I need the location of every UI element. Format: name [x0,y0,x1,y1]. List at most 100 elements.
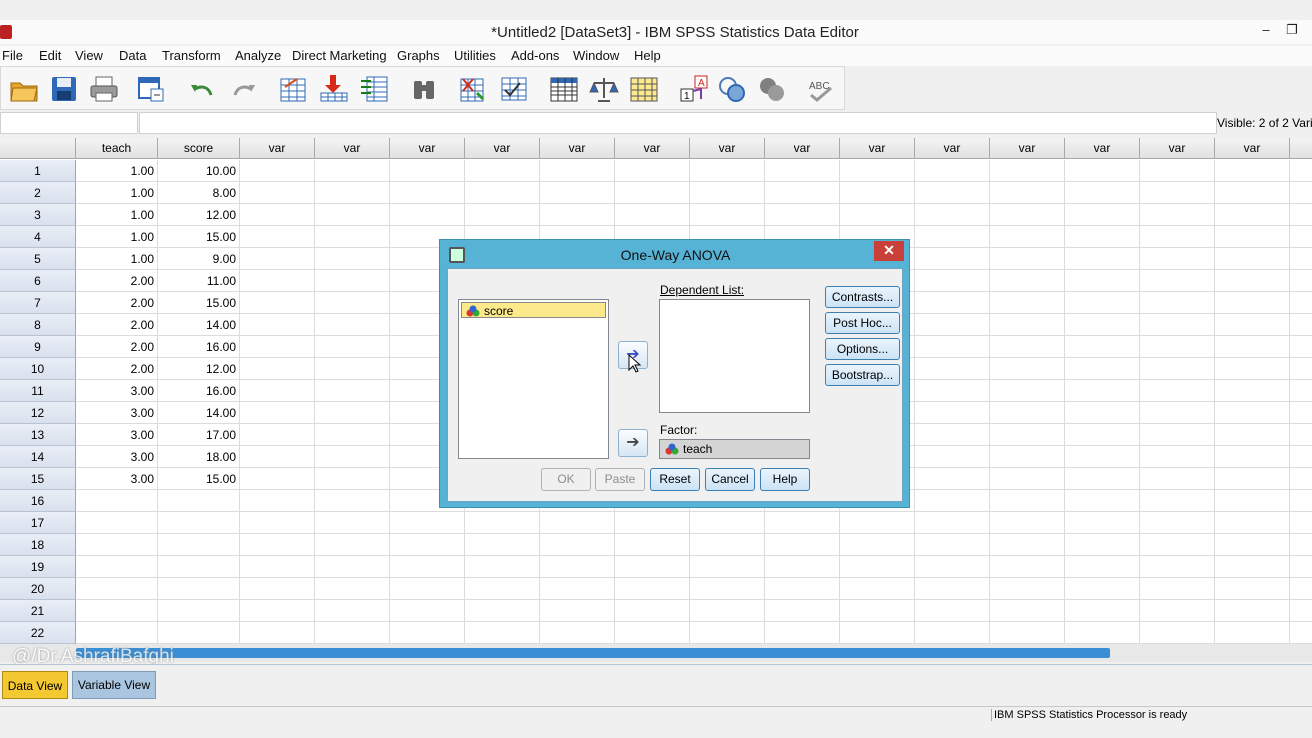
data-cell[interactable] [315,336,390,358]
data-cell[interactable] [1215,446,1290,468]
data-cell[interactable] [915,314,990,336]
cell-content-box[interactable] [139,112,1217,134]
column-header[interactable]: var [1140,138,1215,159]
data-cell[interactable] [240,160,315,182]
data-cell[interactable] [1065,226,1140,248]
data-cell[interactable]: 11.00 [158,270,240,292]
data-cell[interactable] [765,600,840,622]
data-cell[interactable] [1290,160,1312,182]
data-cell[interactable] [1140,226,1215,248]
column-header[interactable]: var [615,138,690,159]
data-cell[interactable] [465,556,540,578]
post-hoc-button[interactable]: Post Hoc... [825,312,900,334]
data-cell[interactable] [76,490,158,512]
data-cell[interactable] [540,578,615,600]
data-cell[interactable] [990,226,1065,248]
data-cell[interactable] [315,622,390,644]
data-cell[interactable] [1140,358,1215,380]
row-header[interactable]: 17 [0,512,76,534]
data-cell[interactable] [240,402,315,424]
data-cell[interactable] [840,182,915,204]
data-cell[interactable] [1065,270,1140,292]
data-cell[interactable] [1215,336,1290,358]
data-cell[interactable] [915,380,990,402]
data-cell[interactable]: 1.00 [76,182,158,204]
data-cell[interactable] [990,468,1065,490]
data-cell[interactable] [315,446,390,468]
data-cell[interactable] [1065,182,1140,204]
data-cell[interactable] [915,270,990,292]
data-cell[interactable] [990,534,1065,556]
data-cell[interactable] [1290,358,1312,380]
close-button[interactable]: ✕ [874,241,904,261]
horizontal-scrollbar[interactable] [0,644,1312,662]
data-cell[interactable] [1140,578,1215,600]
data-cell[interactable] [1290,622,1312,644]
data-cell[interactable] [915,226,990,248]
row-header[interactable]: 2 [0,182,76,204]
menu-graphs[interactable]: Graphs [397,48,440,63]
data-cell[interactable] [840,204,915,226]
data-cell[interactable] [240,622,315,644]
data-cell[interactable] [615,204,690,226]
data-cell[interactable] [765,622,840,644]
data-cell[interactable]: 9.00 [158,248,240,270]
column-header[interactable]: var [1065,138,1140,159]
data-cell[interactable] [240,358,315,380]
data-cell[interactable] [915,182,990,204]
data-cell[interactable] [690,622,765,644]
data-cell[interactable] [240,534,315,556]
data-cell[interactable] [765,204,840,226]
data-cell[interactable]: 17.00 [158,424,240,446]
data-cell[interactable] [840,578,915,600]
row-header[interactable]: 13 [0,424,76,446]
data-cell[interactable] [915,160,990,182]
data-cell[interactable] [765,512,840,534]
data-cell[interactable] [1065,314,1140,336]
data-cell[interactable] [990,358,1065,380]
data-cell[interactable] [690,534,765,556]
data-cell[interactable] [390,512,465,534]
data-cell[interactable] [1065,424,1140,446]
data-cell[interactable] [915,534,990,556]
data-cell[interactable] [990,556,1065,578]
data-cell[interactable] [1215,314,1290,336]
data-cell[interactable]: 14.00 [158,314,240,336]
data-cell[interactable] [1290,226,1312,248]
data-cell[interactable] [465,534,540,556]
row-header[interactable]: 18 [0,534,76,556]
row-header[interactable]: 3 [0,204,76,226]
data-cell[interactable] [240,182,315,204]
data-cell[interactable] [158,512,240,534]
data-cell[interactable] [76,534,158,556]
data-cell[interactable] [1065,534,1140,556]
data-cell[interactable] [690,182,765,204]
data-cell[interactable] [915,402,990,424]
data-cell[interactable] [1290,336,1312,358]
data-cell[interactable] [540,556,615,578]
data-cell[interactable] [690,160,765,182]
data-cell[interactable] [990,248,1065,270]
data-cell[interactable] [1290,314,1312,336]
column-header[interactable]: var [690,138,765,159]
data-cell[interactable] [158,622,240,644]
data-cell[interactable] [315,578,390,600]
data-cell[interactable] [240,248,315,270]
data-cell[interactable] [1065,578,1140,600]
source-variable-list[interactable]: score [458,299,609,459]
data-cell[interactable] [915,578,990,600]
column-header[interactable]: teach [76,138,158,159]
data-cell[interactable] [76,622,158,644]
data-cell[interactable] [390,534,465,556]
data-cell[interactable] [1140,468,1215,490]
data-cell[interactable] [1065,556,1140,578]
data-cell[interactable] [465,512,540,534]
data-cell[interactable] [840,512,915,534]
data-cell[interactable] [240,270,315,292]
paste-button[interactable]: Paste [595,468,645,491]
column-header[interactable]: var [765,138,840,159]
row-header[interactable]: 10 [0,358,76,380]
data-cell[interactable] [915,446,990,468]
insert-variable-icon[interactable] [499,75,529,103]
data-cell[interactable] [465,160,540,182]
